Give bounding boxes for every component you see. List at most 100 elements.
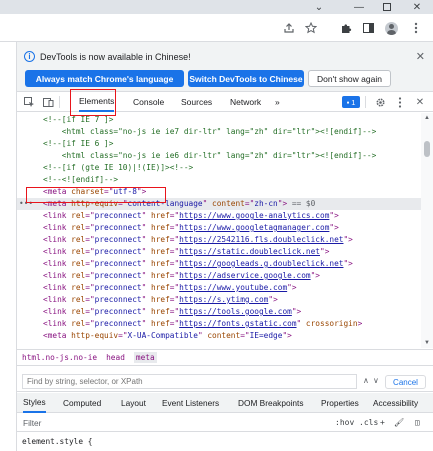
computed-sidebar-icon[interactable]: ◫ — [415, 418, 420, 427]
minimize-button[interactable]: — — [346, 0, 372, 14]
close-icon[interactable]: ✕ — [416, 50, 425, 63]
dom-line[interactable]: <!--<![endif]--> — [17, 174, 421, 186]
dom-token: preconnect — [94, 283, 142, 292]
dom-line[interactable]: <link rel="preconnect" href="https://www… — [17, 210, 421, 222]
share-icon[interactable] — [281, 20, 297, 36]
dom-token[interactable]: https://adservice.google.com — [179, 271, 310, 280]
dom-token: "> — [268, 295, 278, 304]
subtab-styles[interactable]: Styles — [23, 393, 46, 413]
dom-line[interactable]: <link rel="preconnect" href="https://ads… — [17, 270, 421, 282]
close-devtools-icon[interactable]: ✕ — [413, 95, 427, 109]
breadcrumb-meta[interactable]: meta — [133, 352, 157, 363]
find-prev-icon[interactable]: ∧ — [363, 376, 369, 385]
extensions-icon[interactable] — [338, 20, 354, 36]
dom-token: "> — [287, 283, 297, 292]
scroll-down-icon[interactable]: ▼ — [424, 340, 430, 346]
dom-token[interactable]: https://static.doubleclick.net — [179, 247, 320, 256]
dom-line[interactable]: <html class="no-js ie ie7 dir-ltr" lang=… — [17, 126, 421, 138]
dom-token[interactable]: https://googleads.g.doubleclick.net — [179, 259, 343, 268]
subtab-layout[interactable]: Layout — [121, 393, 146, 413]
dom-line[interactable]: <!--[if IE 6 ]> — [17, 138, 421, 150]
dom-token: =" — [244, 199, 255, 208]
dom-line[interactable]: <link rel="preconnect" href="https://www… — [17, 282, 421, 294]
inspect-element-icon[interactable] — [22, 95, 36, 109]
hover-state-toggle[interactable]: :hov — [335, 418, 354, 427]
subtab-computed[interactable]: Computed — [63, 393, 101, 413]
dom-token: preconnect — [94, 271, 142, 280]
dom-line-text: <link rel="preconnect" href="https://www… — [43, 222, 339, 234]
switch-to-chinese-button[interactable]: Switch DevTools to Chinese — [188, 70, 304, 87]
dom-token: <link — [43, 235, 72, 244]
find-input[interactable] — [22, 374, 357, 389]
info-icon: i — [24, 51, 35, 62]
more-tabs-button[interactable]: » — [275, 92, 280, 112]
add-rule-button[interactable]: + — [380, 418, 385, 427]
dom-token: " — [141, 211, 151, 220]
dom-token[interactable]: https://www.googletagmanager.com — [179, 223, 329, 232]
maximize-button[interactable] — [374, 0, 400, 14]
dom-token: rel — [71, 307, 86, 316]
dom-token: <link — [43, 211, 72, 220]
class-toggle[interactable]: .cls — [359, 418, 378, 427]
tab-console[interactable]: Console — [133, 92, 164, 112]
dom-token: =" — [169, 319, 180, 328]
dom-token: <link — [43, 307, 72, 316]
dom-line-text: <html class="no-js ie ie7 dir-ltr" lang=… — [43, 126, 377, 138]
dom-line[interactable]: <link rel="preconnect" href="https://too… — [17, 306, 421, 318]
profile-avatar[interactable] — [383, 20, 399, 36]
issues-badge[interactable]: ▪ 1 — [342, 96, 360, 108]
tab-network[interactable]: Network — [230, 92, 261, 112]
match-chrome-language-button[interactable]: Always match Chrome's language — [25, 70, 184, 87]
styles-filter-input[interactable]: Filter — [23, 418, 41, 428]
dom-token: rel — [71, 259, 86, 268]
dom-line[interactable]: <link rel="preconnect" href="https://sta… — [17, 246, 421, 258]
dom-line[interactable]: <link rel="preconnect" href="https://www… — [17, 222, 421, 234]
settings-gear-icon[interactable] — [373, 95, 387, 109]
dom-tree-scrollbar[interactable]: ▲ ▼ — [421, 113, 433, 348]
chrome-menu-icon[interactable] — [408, 20, 424, 36]
dom-token: " — [141, 223, 151, 232]
find-next-icon[interactable]: ∨ — [373, 376, 379, 385]
dom-line[interactable]: <meta http-equiv="X-UA-Compatible" conte… — [17, 330, 421, 342]
dom-line[interactable]: <link rel="preconnect" href="https://fon… — [17, 318, 421, 330]
dom-token: rel — [71, 295, 86, 304]
subtab-properties[interactable]: Properties — [321, 393, 359, 413]
dom-token: " — [296, 319, 306, 328]
dom-token[interactable]: https://fonts.gstatic.com — [179, 319, 296, 328]
subtab-accessibility[interactable]: Accessibility — [373, 393, 418, 413]
dom-line[interactable]: <html class="no-js ie ie6 dir-ltr" lang=… — [17, 150, 421, 162]
breadcrumb-head[interactable]: head — [106, 353, 125, 362]
star-icon[interactable] — [303, 20, 319, 36]
tab-sources[interactable]: Sources — [181, 92, 212, 112]
dom-line[interactable]: <!--[if IE 7 ]> — [17, 114, 421, 126]
dom-token: " — [141, 235, 151, 244]
subtab-dom-breakpoints[interactable]: DOM Breakpoints — [238, 393, 303, 413]
customize-menu-icon[interactable] — [393, 95, 407, 109]
tab-divider — [365, 96, 366, 108]
dom-token: =" — [169, 223, 180, 232]
device-toolbar-icon[interactable] — [41, 95, 55, 109]
close-window-button[interactable]: ✕ — [404, 0, 430, 14]
scroll-up-icon[interactable]: ▲ — [424, 115, 430, 121]
dom-line[interactable]: <!--[if (gte IE 10)|!(IE)]><!--> — [17, 162, 421, 174]
dom-token[interactable]: https://www.google-analytics.com — [179, 211, 329, 220]
side-panel-icon[interactable] — [360, 20, 376, 36]
meta-charset-highlight-box — [26, 187, 166, 203]
subtab-event-listeners[interactable]: Event Listeners — [162, 393, 219, 413]
scroll-thumb[interactable] — [424, 141, 430, 157]
dont-show-again-button[interactable]: Don't show again — [308, 70, 391, 87]
color-format-icon[interactable]: 🖌 — [394, 418, 404, 427]
dom-token[interactable]: https://www.youtube.com — [179, 283, 287, 292]
dom-line[interactable]: <link rel="preconnect" href="https://254… — [17, 234, 421, 246]
dom-token: href — [151, 307, 170, 316]
dom-token[interactable]: https://tools.google.com — [179, 307, 292, 316]
dom-tree[interactable]: <!--[if IE 7 ]> <html class="no-js ie ie… — [17, 113, 421, 348]
dom-token: href — [151, 211, 170, 220]
dom-token[interactable]: https://2542116.fls.doubleclick.net — [179, 235, 343, 244]
dom-line[interactable]: <link rel="preconnect" href="https://goo… — [17, 258, 421, 270]
dom-token[interactable]: https://s.ytimg.com — [179, 295, 268, 304]
find-cancel-button[interactable]: Cancel — [385, 375, 426, 389]
tab-search-chevron-icon[interactable]: ⌄ — [306, 0, 332, 14]
dom-line[interactable]: <link rel="preconnect" href="https://s.y… — [17, 294, 421, 306]
breadcrumb-html[interactable]: html.no-js.no-ie — [22, 353, 97, 362]
